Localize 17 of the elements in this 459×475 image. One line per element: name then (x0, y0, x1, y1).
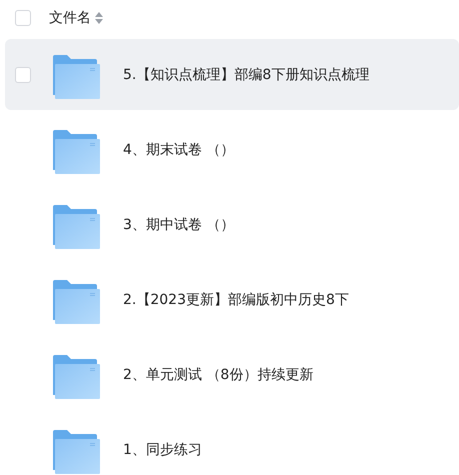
folder-icon (53, 54, 100, 98)
row-checkbox[interactable] (15, 66, 31, 82)
folder-name[interactable]: 4、期末试卷 （） (123, 140, 234, 158)
folder-icon (53, 430, 100, 474)
file-row[interactable]: 5.【知识点梳理】部编8下册知识点梳理 (5, 39, 459, 110)
select-all-checkbox[interactable] (15, 10, 31, 26)
folder-icon (53, 354, 100, 398)
folder-icon (53, 130, 100, 174)
folder-name[interactable]: 2、单元测试 （8份）持续更新 (123, 366, 314, 384)
folder-name[interactable]: 5.【知识点梳理】部编8下册知识点梳理 (123, 66, 370, 84)
folder-name[interactable]: 3、期中试卷 （） (123, 216, 234, 234)
folder-icon (53, 204, 100, 248)
folder-icon (53, 280, 100, 324)
folder-name[interactable]: 2.【2023更新】部编版初中历史8下 (123, 290, 349, 308)
column-header[interactable]: 文件名 (49, 8, 91, 26)
sort-icon[interactable] (95, 12, 103, 24)
folder-name[interactable]: 1、同步练习 (123, 440, 202, 458)
